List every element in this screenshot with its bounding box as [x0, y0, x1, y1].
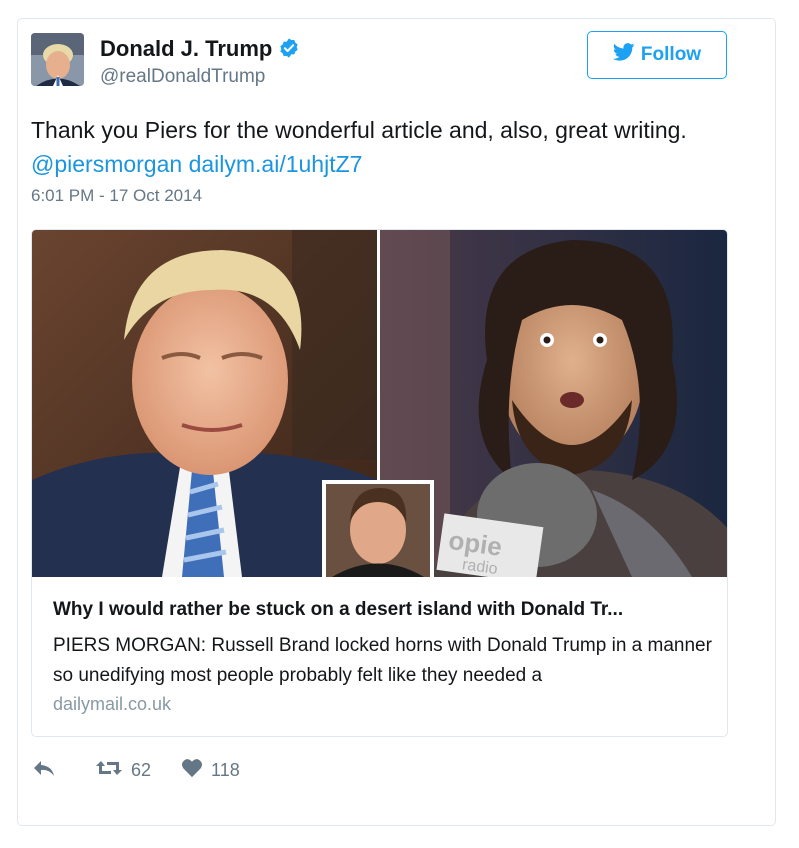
card-title[interactable]: Why I would rather be stuck on a desert … — [53, 599, 623, 621]
tweet-actions: 62 118 — [31, 758, 270, 783]
like-button[interactable]: 118 — [181, 758, 240, 783]
link-preview-card[interactable]: opie radio Why I would rather be stuck o… — [31, 229, 728, 737]
article-short-link[interactable]: dailym.ai/1uhjtZ7 — [189, 151, 363, 177]
follow-button[interactable]: Follow — [587, 31, 727, 79]
heart-icon — [181, 758, 211, 783]
card-image[interactable]: opie radio — [32, 230, 727, 584]
retweet-icon — [95, 758, 131, 783]
card-domain: dailymail.co.uk — [53, 694, 172, 714]
tweet-timestamp[interactable]: 6:01 PM - 17 Oct 2014 — [31, 186, 202, 206]
verified-badge-icon — [278, 37, 300, 59]
tweet-text: Thank you Piers for the wonderful articl… — [31, 113, 751, 181]
follow-button-label: Follow — [640, 44, 702, 65]
retweet-button[interactable]: 62 — [95, 758, 151, 783]
author-avatar[interactable] — [31, 33, 84, 86]
reply-button[interactable] — [31, 758, 65, 783]
mention-link[interactable]: @piersmorgan — [31, 151, 182, 177]
card-description: PIERS MORGAN: Russell Brand locked horns… — [53, 635, 712, 686]
tweet-body: Thank you Piers for the wonderful articl… — [31, 117, 687, 143]
article-thumbnail-image: opie radio — [32, 230, 727, 584]
twitter-bird-icon — [612, 43, 641, 67]
retweet-count: 62 — [131, 760, 152, 780]
like-count: 118 — [211, 760, 240, 780]
author-name-text[interactable]: Donald J. Trump — [100, 36, 272, 61]
author-handle[interactable]: @realDonaldTrump — [100, 66, 265, 88]
author-name[interactable]: Donald J. Trump — [100, 36, 300, 62]
reply-icon — [31, 758, 65, 783]
